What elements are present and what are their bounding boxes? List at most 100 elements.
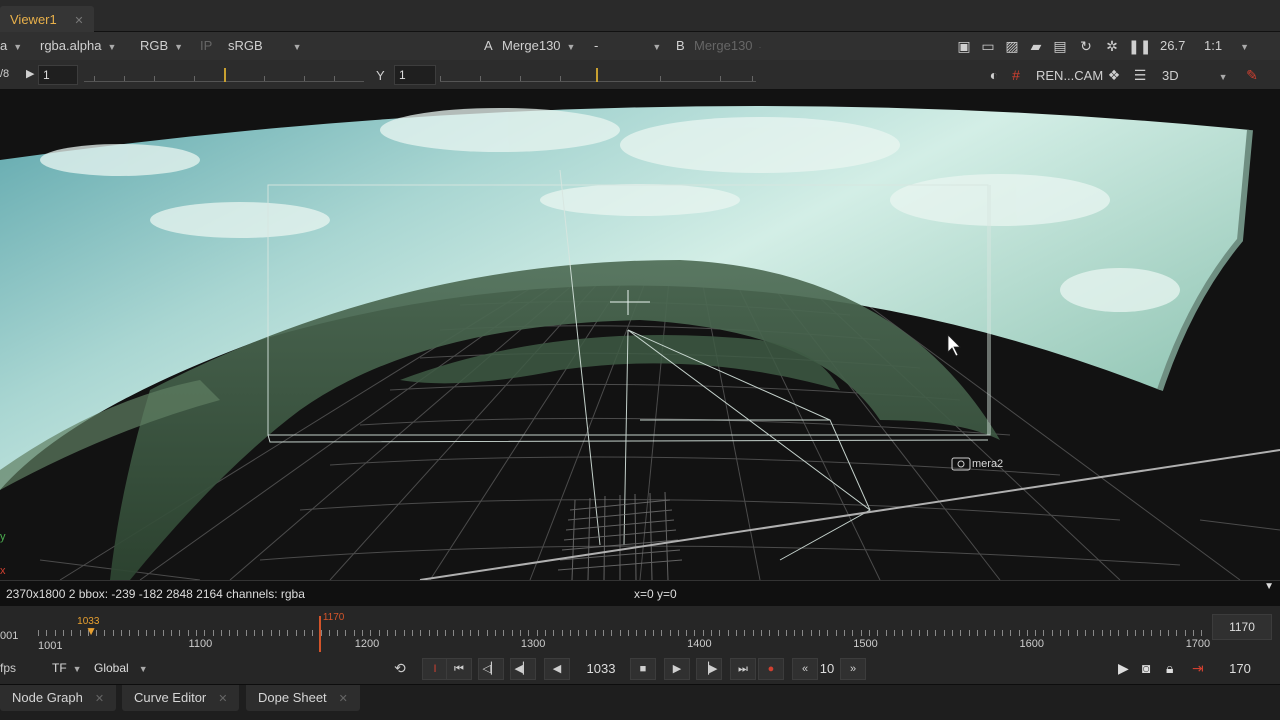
timeline-tick [952, 630, 954, 636]
grid-icon[interactable]: # [1006, 66, 1026, 84]
tab-dope-sheet[interactable]: Dope Sheet ✕ [246, 685, 360, 711]
timeline-tick [1193, 630, 1195, 636]
viewer-canvas[interactable]: y x mera2 [0, 90, 1280, 580]
timeline-tick [553, 630, 555, 636]
tab-curve-editor[interactable]: Curve Editor ✕ [122, 685, 240, 711]
view-mode-dropdown[interactable]: 3D ▼ [1162, 68, 1228, 83]
flipbook-icon[interactable]: ▶ [1118, 660, 1129, 677]
pixel-ratio-dropdown[interactable]: 1:1 ▼ [1204, 38, 1249, 53]
gear-icon[interactable]: ✲ [1102, 37, 1122, 55]
skip-back-icon[interactable]: « [792, 658, 818, 680]
timeline-tick [287, 630, 289, 636]
paint-brush-icon[interactable]: ✎ [1242, 66, 1262, 84]
gamma-input[interactable]: 1 [394, 65, 436, 85]
expand-arrow-icon[interactable]: ▼ [1264, 581, 1274, 592]
stop-icon[interactable]: ■ [630, 658, 656, 680]
timeline-tick [536, 630, 538, 636]
close-icon[interactable]: ✕ [218, 693, 227, 705]
timeline-tick [403, 630, 405, 636]
end-frame-input[interactable]: 170 [1216, 658, 1264, 680]
timeline-tick [702, 630, 704, 636]
viewer-tab[interactable]: Viewer1 ✕ [0, 6, 94, 32]
timeline-tick [627, 630, 629, 636]
b-input-dropdown[interactable]: Merge130 · [694, 38, 762, 53]
frame-increment-input[interactable]: 10 [816, 658, 838, 680]
timeline-tick [353, 630, 355, 636]
gamma-slider[interactable] [440, 68, 756, 82]
play-small-icon[interactable]: ▶ [26, 67, 34, 80]
timeline-tick [1060, 630, 1062, 636]
format-info: 2370x1800 2 bbox: -239 -182 2848 2164 ch… [6, 587, 305, 601]
timeline-label: 1400 [687, 638, 712, 650]
composite-mode-dropdown[interactable]: - ▼ [594, 38, 661, 53]
play-backward-icon[interactable]: ◀ [544, 658, 570, 680]
clipping-warning-icon[interactable]: ▨ [1002, 37, 1022, 55]
first-frame-icon[interactable]: ⏮ [446, 658, 472, 680]
capture-icon[interactable]: ◙ [1142, 660, 1150, 676]
timeline-tick [1026, 630, 1028, 636]
prev-frame-icon[interactable]: ◀▏ [510, 658, 536, 680]
timeline-tick [486, 630, 488, 636]
zoom-value[interactable]: 26.7 [1160, 38, 1185, 53]
skip-forward-icon[interactable]: » [840, 658, 866, 680]
timeline-end-input[interactable]: 1170 [1212, 614, 1272, 640]
fps-label: fps [0, 661, 17, 675]
tab-node-graph[interactable]: Node Graph ✕ [0, 685, 117, 711]
channel-dropdown[interactable]: rgba.alpha ▼ [40, 38, 116, 53]
timeline-tick [195, 630, 197, 636]
prev-keyframe-icon[interactable]: ◁▏ [478, 658, 504, 680]
tab-curve-editor-label: Curve Editor [134, 690, 207, 705]
play-forward-icon[interactable]: ▶ [664, 658, 690, 680]
timeline-tick [254, 630, 256, 636]
playhead[interactable] [318, 616, 321, 652]
timeline[interactable]: 001 1100 1200 1300 1400 1500 1600 1700 1033 ▼ 117… [0, 606, 1280, 654]
timeline-ruler[interactable]: 1100 1200 1300 1400 1500 1600 1700 1033 ▼ 1170 [38, 612, 1210, 652]
lock-icon[interactable]: 🔒︎ [1166, 660, 1173, 677]
gain-slider[interactable] [84, 68, 364, 82]
display-channel-dropdown[interactable]: RGB ▼ [140, 38, 183, 53]
render-camera-button[interactable]: REN...CAM [1036, 68, 1103, 83]
refresh-icon[interactable]: ↻ [1076, 37, 1096, 55]
timeline-tick [686, 630, 688, 636]
proxy-icon[interactable]: ▰ [1026, 37, 1046, 55]
floor-grid-patch [557, 491, 683, 580]
pause-icon[interactable]: ❚❚ [1128, 37, 1151, 55]
timeline-tick [586, 630, 588, 636]
mask-overlay-icon[interactable]: ▭ [978, 37, 998, 55]
record-icon[interactable]: ● [758, 658, 784, 680]
wipe-icon[interactable]: ▤ [1050, 37, 1070, 55]
loop-mode-icon[interactable]: ⟲ [394, 660, 406, 677]
next-frame-icon[interactable]: ▕▶ [696, 658, 722, 680]
in-point-marker[interactable]: ▼ [85, 624, 97, 638]
timeline-tick [902, 630, 904, 636]
close-icon[interactable]: ✕ [95, 693, 104, 705]
a-input-dropdown[interactable]: Merge130 ▼ [502, 38, 575, 53]
last-frame-icon[interactable]: ⏭ [730, 658, 756, 680]
timeline-tick [428, 630, 430, 636]
ip-toggle[interactable]: IP [200, 38, 212, 53]
close-icon[interactable]: ✕ [74, 15, 83, 27]
timeline-tick [278, 630, 280, 636]
timeline-tick [79, 630, 81, 636]
timecode-dropdown[interactable]: TF ▼ [52, 661, 82, 675]
gain-input[interactable]: 1 [38, 65, 78, 85]
timeline-tick [1143, 630, 1145, 636]
stereo-icon[interactable]: ◐ [984, 66, 1004, 84]
range-icon[interactable]: ⇥ [1192, 660, 1204, 677]
menu-icon[interactable]: ☰ [1130, 66, 1150, 84]
timeline-tick [669, 630, 671, 636]
lut-dropdown[interactable]: sRGB ▼ [228, 38, 302, 53]
close-icon[interactable]: ✕ [339, 693, 348, 705]
timeline-tick [204, 630, 206, 636]
current-frame-input[interactable]: 1033 [578, 658, 624, 680]
range-scope-dropdown[interactable]: Global ▼ [94, 661, 148, 675]
camera-lock-icon[interactable]: ❖ [1104, 66, 1124, 84]
timeline-tick [810, 630, 812, 636]
in-point-button[interactable]: I [422, 658, 448, 680]
timeline-tick [312, 630, 314, 636]
timeline-tick [785, 630, 787, 636]
timeline-tick [777, 630, 779, 636]
roi-icon[interactable]: ▣ [954, 37, 974, 55]
svg-text:y: y [0, 531, 6, 543]
channel-set-dropdown[interactable]: a ▼ [0, 38, 22, 53]
